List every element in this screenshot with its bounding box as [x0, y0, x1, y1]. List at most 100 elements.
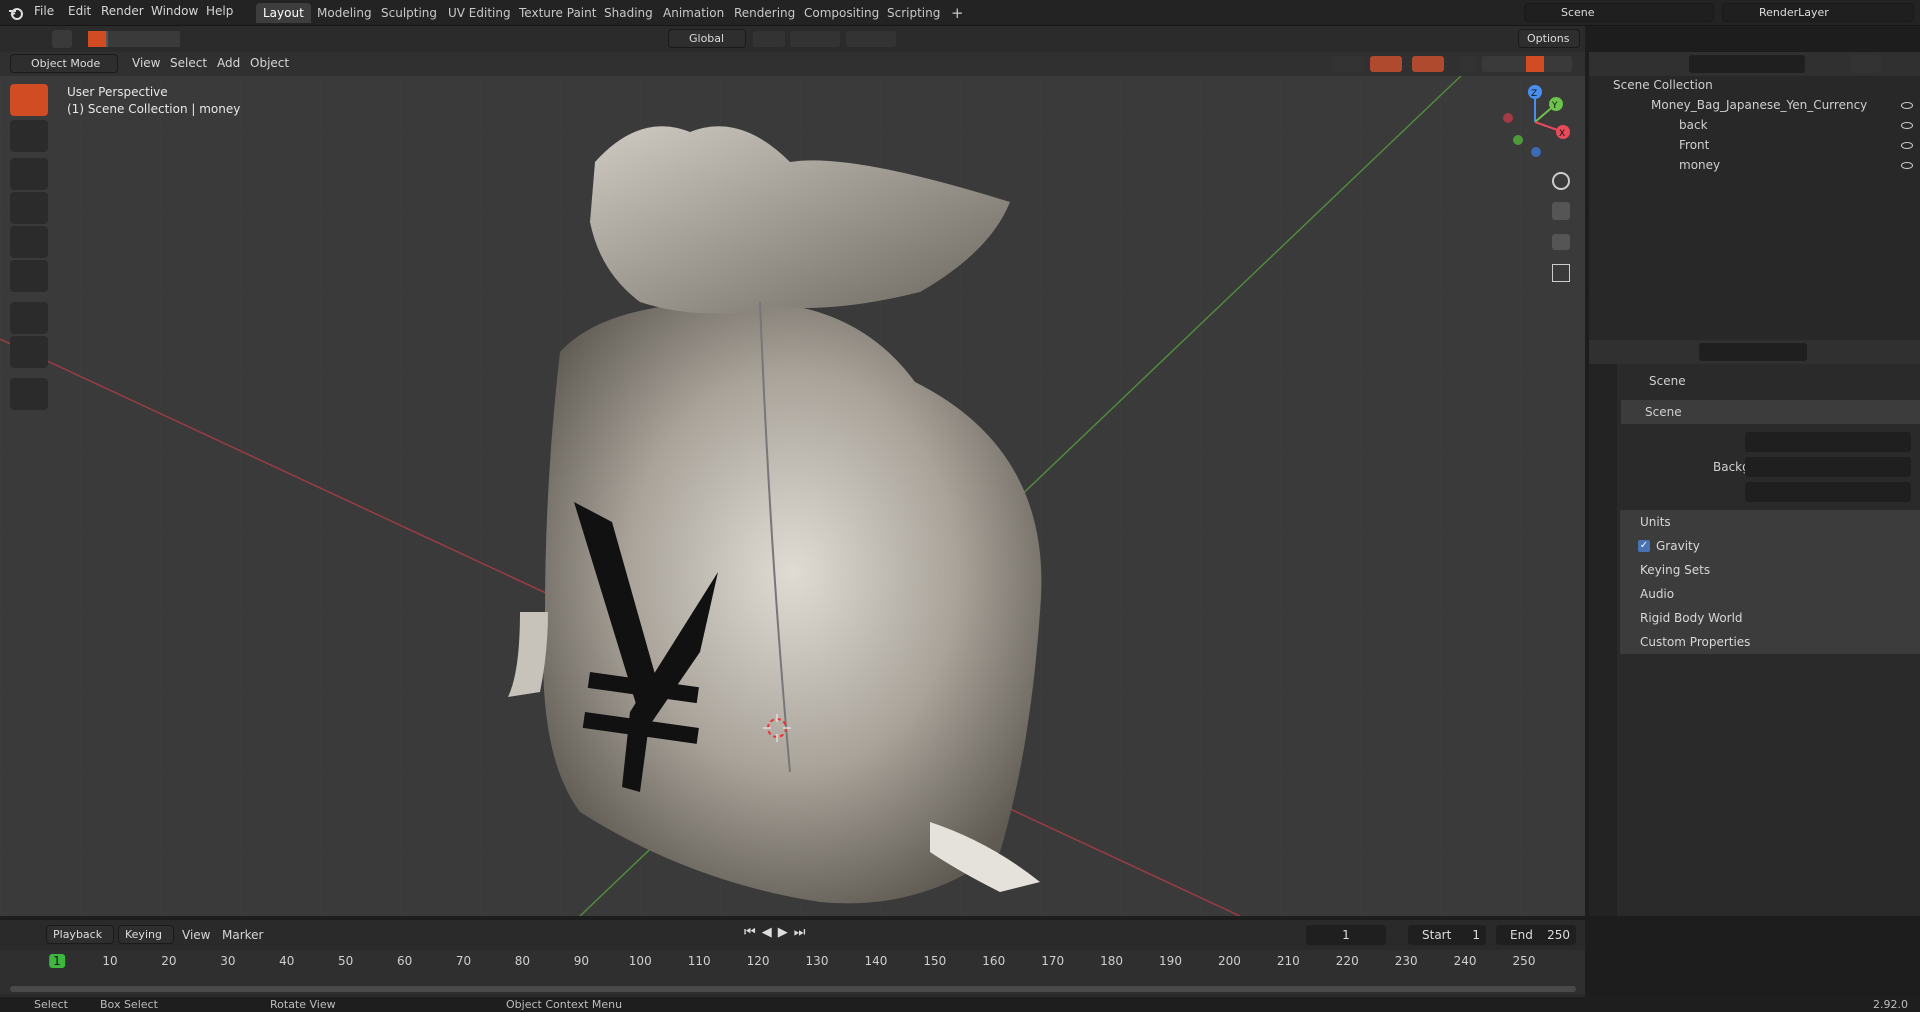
tab-scripting[interactable]: Scripting: [880, 3, 947, 23]
add-cube-tool[interactable]: [10, 378, 48, 410]
tab-shading[interactable]: Shading: [597, 3, 660, 23]
background-scene-field[interactable]: [1745, 457, 1911, 477]
selection-mode-icons[interactable]: [88, 31, 180, 47]
status-box-select: Box Select: [100, 998, 158, 1011]
tab-sculpting[interactable]: Sculpting: [374, 3, 444, 23]
menu-file[interactable]: File: [34, 4, 54, 18]
viewport-menu-object[interactable]: Object: [250, 56, 289, 70]
outliner-collection[interactable]: Money_Bag_Japanese_Yen_Currency: [1631, 98, 1920, 116]
3d-viewport[interactable]: Object Mode View Select Add Object User …: [0, 52, 1585, 916]
rotate-tool[interactable]: [10, 192, 48, 224]
eye-icon[interactable]: [1901, 142, 1913, 149]
scene-selector[interactable]: Scene: [1524, 3, 1714, 22]
panel-custom-properties-label: Custom Properties: [1640, 635, 1751, 649]
pivot-icon[interactable]: [753, 31, 785, 47]
tool-settings-bar: Global Options: [0, 26, 1585, 52]
outliner-search[interactable]: [1689, 55, 1805, 73]
viewport-menu-select[interactable]: Select: [170, 56, 207, 70]
pan-icon[interactable]: [1552, 202, 1570, 220]
panel-keying-sets[interactable]: Keying Sets: [1620, 558, 1920, 582]
panel-audio[interactable]: Audio: [1620, 582, 1920, 606]
panel-units[interactable]: Units: [1620, 510, 1920, 534]
timeline-menu-marker[interactable]: Marker: [222, 928, 263, 942]
context-label: (1) Scene Collection | money: [67, 102, 241, 116]
menu-edit[interactable]: Edit: [68, 4, 91, 18]
frame-tick: 80: [514, 954, 531, 968]
status-select: Select: [34, 998, 68, 1011]
annotate-tool[interactable]: [10, 302, 48, 334]
object-mode-dropdown[interactable]: Object Mode: [10, 54, 118, 73]
ortho-toggle-icon[interactable]: [1552, 264, 1570, 282]
viewport-header: Object Mode View Select Add Object: [0, 52, 1585, 76]
object-label-back: back: [1679, 118, 1708, 132]
overlay-toggle-icon[interactable]: [1412, 56, 1444, 72]
tab-layout[interactable]: Layout: [256, 3, 311, 23]
cursor-tool[interactable]: [10, 120, 48, 152]
properties-tab-column: [1589, 364, 1617, 916]
eye-icon[interactable]: [1901, 162, 1913, 169]
options-dropdown[interactable]: Options: [1518, 29, 1580, 48]
camera-view-icon[interactable]: [1552, 234, 1570, 250]
gizmo-toggle-icon[interactable]: [1370, 56, 1402, 72]
object-label-money: money: [1679, 158, 1721, 172]
panel-custom-properties[interactable]: Custom Properties: [1620, 630, 1920, 654]
outliner-root[interactable]: Scene Collection: [1613, 78, 1713, 92]
viewport-menu-add[interactable]: Add: [217, 56, 240, 70]
transform-orientation-dropdown[interactable]: Global: [668, 29, 746, 48]
tab-texture-paint[interactable]: Texture Paint: [512, 3, 603, 23]
proportional-edit-icon[interactable]: [846, 31, 896, 47]
select-tool-icon[interactable]: [52, 30, 72, 48]
keying-dropdown[interactable]: Keying: [118, 925, 174, 944]
object-label-front: Front: [1679, 138, 1710, 152]
eye-icon[interactable]: [1901, 102, 1913, 109]
tab-animation[interactable]: Animation: [656, 3, 731, 23]
menu-help[interactable]: Help: [206, 4, 233, 18]
tab-compositing[interactable]: Compositing: [797, 3, 886, 23]
scrollbar[interactable]: [10, 986, 1576, 992]
shading-mode-icons[interactable]: [1482, 56, 1572, 72]
viewport-scene: [0, 52, 1585, 916]
outliner-item-money[interactable]: money: [1647, 158, 1920, 176]
filter-icon[interactable]: [1851, 55, 1881, 73]
start-frame-field[interactable]: Start 1: [1408, 925, 1486, 945]
playback-dropdown[interactable]: Playback: [46, 925, 114, 944]
measure-tool[interactable]: [10, 336, 48, 368]
navigation-gizmo[interactable]: Z Y X: [1498, 82, 1572, 162]
frame-tick: 100: [628, 954, 652, 968]
add-workspace-button[interactable]: +: [944, 3, 971, 23]
properties-header: [1589, 340, 1920, 364]
start-value: 1: [1472, 928, 1480, 942]
active-clip-field[interactable]: [1745, 482, 1911, 502]
frame-tick: 210: [1276, 954, 1300, 968]
panel-rigid-body-world[interactable]: Rigid Body World: [1620, 606, 1920, 630]
blender-logo-icon[interactable]: [8, 5, 24, 21]
tab-modeling[interactable]: Modeling: [310, 3, 379, 23]
move-tool[interactable]: [10, 158, 48, 190]
camera-field[interactable]: [1745, 432, 1911, 452]
zoom-icon[interactable]: [1552, 172, 1570, 190]
tab-uv-editing[interactable]: UV Editing: [441, 3, 518, 23]
transform-tool[interactable]: [10, 260, 48, 292]
scene-section-header[interactable]: Scene: [1621, 400, 1920, 424]
viewport-menu-view[interactable]: View: [132, 56, 160, 70]
view-layer-selector[interactable]: RenderLayer: [1722, 3, 1914, 22]
properties-search[interactable]: [1699, 343, 1807, 361]
scale-tool[interactable]: [10, 226, 48, 258]
select-box-tool[interactable]: [10, 84, 48, 116]
panel-gravity[interactable]: ✓ Gravity: [1620, 534, 1920, 558]
gravity-checkbox[interactable]: ✓: [1638, 540, 1650, 552]
snap-icon[interactable]: [790, 31, 840, 47]
menu-render[interactable]: Render: [101, 4, 144, 18]
end-frame-field[interactable]: End 250: [1496, 925, 1576, 945]
current-frame-field[interactable]: 1: [1306, 925, 1386, 945]
tab-rendering[interactable]: Rendering: [727, 3, 802, 23]
frame-tick: 240: [1453, 954, 1477, 968]
playback-controls[interactable]: ⏮◀▶⏭: [744, 925, 864, 943]
timeline-menu-view[interactable]: View: [182, 928, 210, 942]
xray-icon[interactable]: [1460, 56, 1476, 72]
menu-window[interactable]: Window: [151, 4, 198, 18]
outliner-item-back[interactable]: back: [1647, 118, 1920, 136]
eye-icon[interactable]: [1901, 122, 1913, 129]
outliner-item-front[interactable]: Front: [1647, 138, 1920, 156]
visibility-icon[interactable]: [1332, 56, 1364, 72]
